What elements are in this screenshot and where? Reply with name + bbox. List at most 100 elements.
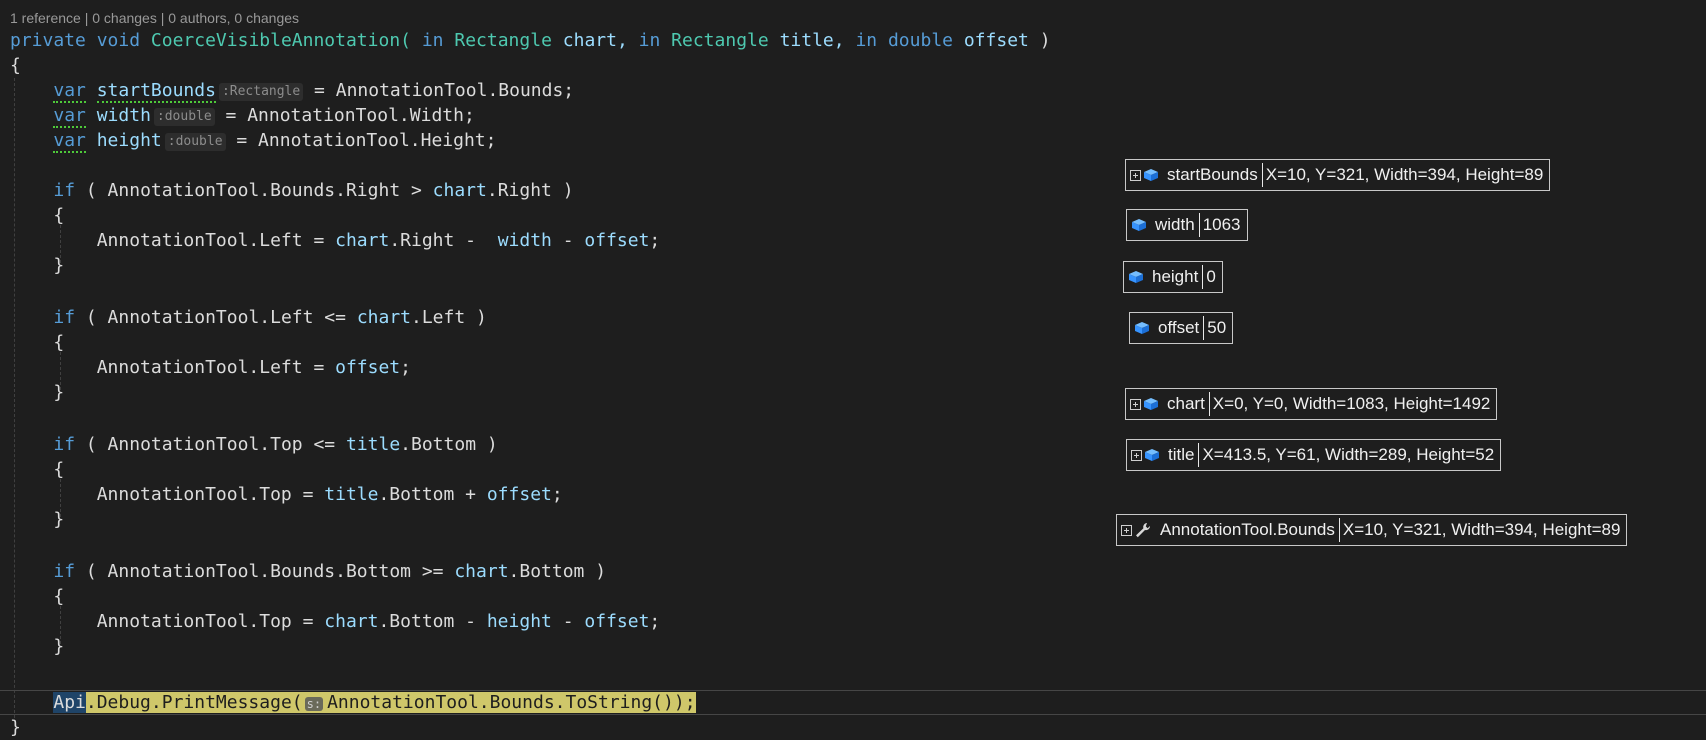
expand-icon[interactable] xyxy=(1121,524,1132,536)
code-line-brace[interactable]: { xyxy=(10,330,64,355)
punctuation: ) xyxy=(1039,30,1051,51)
code-text: .Bottom + xyxy=(378,484,487,505)
expand-icon[interactable] xyxy=(1130,398,1141,410)
code-line-var-height[interactable]: var height:double = AnnotationTool.Heigh… xyxy=(10,128,496,153)
keyword: if xyxy=(53,180,76,201)
keyword: var xyxy=(53,130,86,153)
local-variable: height xyxy=(96,130,162,151)
brace: { xyxy=(53,586,65,607)
code-line-assign-top[interactable]: AnnotationTool.Top = chart.Bottom - heig… xyxy=(10,609,661,634)
code-line-brace[interactable]: { xyxy=(10,457,64,482)
codelens-indicator[interactable]: 1 reference | 0 changes | 0 authors, 0 c… xyxy=(10,10,299,26)
datatip-value[interactable]: 1063 xyxy=(1203,215,1241,235)
symbol-highlight: Api xyxy=(53,692,86,713)
code-line-brace[interactable]: { xyxy=(10,203,64,228)
code-text: = AnnotationTool.Width; xyxy=(214,105,475,126)
brace: } xyxy=(53,382,65,403)
parameter: chart xyxy=(324,611,379,632)
code-text: = AnnotationTool.Height; xyxy=(225,130,497,151)
parameter: offset xyxy=(584,611,650,632)
parameter: chart xyxy=(432,180,487,201)
code-line-var-width[interactable]: var width:double = AnnotationTool.Width; xyxy=(10,103,475,128)
code-line-if-bottom[interactable]: if ( AnnotationTool.Bounds.Bottom >= cha… xyxy=(10,559,606,584)
parameter: offset xyxy=(335,357,401,378)
parameter: offset xyxy=(486,484,552,505)
keyword: if xyxy=(53,561,76,582)
code-line-signature[interactable]: private void CoerceVisibleAnnotation( in… xyxy=(10,28,1051,53)
datatip-value[interactable]: X=413.5, Y=61, Width=289, Height=52 xyxy=(1202,445,1494,465)
code-text: ( AnnotationTool.Top <= xyxy=(75,434,346,455)
datatip-divider xyxy=(1203,316,1205,340)
code-text: AnnotationTool.Left = xyxy=(96,230,336,251)
code-text: .Left ) xyxy=(411,307,487,328)
parameter: chart xyxy=(454,561,509,582)
brace: { xyxy=(53,205,65,226)
local-variable: width xyxy=(497,230,552,251)
code-line-assign-left[interactable]: AnnotationTool.Left = chart.Right - widt… xyxy=(10,228,661,253)
keyword: if xyxy=(53,307,76,328)
datatip-value[interactable]: 0 xyxy=(1206,267,1215,287)
datatip-value[interactable]: X=10, Y=321, Width=394, Height=89 xyxy=(1343,520,1621,540)
code-line-if-top[interactable]: if ( AnnotationTool.Top <= title.Bottom … xyxy=(10,432,498,457)
brace: { xyxy=(53,459,65,480)
code-text: AnnotationTool.Left = xyxy=(96,357,336,378)
expand-icon[interactable] xyxy=(1131,449,1142,461)
local-variable: height xyxy=(486,611,552,632)
datatip-value[interactable]: 50 xyxy=(1207,318,1226,338)
datatip-chart[interactable]: chart X=0, Y=0, Width=1083, Height=1492 xyxy=(1125,388,1498,420)
expand-icon[interactable] xyxy=(1130,169,1141,181)
parameter: title xyxy=(345,434,401,455)
code-line-assign-top[interactable]: AnnotationTool.Top = title.Bottom + offs… xyxy=(10,482,563,507)
code-text: .Bottom ) xyxy=(400,434,498,455)
parameter: chart, xyxy=(562,30,628,51)
code-line-if-left[interactable]: if ( AnnotationTool.Left <= chart.Left ) xyxy=(10,305,487,330)
datatip-startbounds[interactable]: startBounds X=10, Y=321, Width=394, Heig… xyxy=(1125,159,1551,191)
brace: } xyxy=(53,509,65,530)
datatip-height[interactable]: height 0 xyxy=(1123,261,1223,293)
code-line-assign-left[interactable]: AnnotationTool.Left = offset; xyxy=(10,355,411,380)
datatip-name: width xyxy=(1155,215,1195,234)
keyword: var xyxy=(53,105,86,128)
parameter: chart xyxy=(335,230,390,251)
code-text: ; xyxy=(649,611,661,632)
code-line-if-right[interactable]: if ( AnnotationTool.Bounds.Right > chart… xyxy=(10,178,573,203)
datatip-name: height xyxy=(1152,267,1199,286)
keyword: double xyxy=(887,30,953,51)
code-text: ; xyxy=(400,357,411,378)
keyword: void xyxy=(96,30,141,51)
datatip-value[interactable]: X=0, Y=0, Width=1083, Height=1492 xyxy=(1213,394,1491,414)
code-line-brace[interactable]: } xyxy=(10,507,64,532)
code-text: .Bottom ) xyxy=(508,561,607,582)
datatip-annotationtool-bounds[interactable]: AnnotationTool.Bounds X=10, Y=321, Width… xyxy=(1116,514,1628,546)
keyword: if xyxy=(53,434,76,455)
datatip-name: startBounds xyxy=(1167,165,1258,184)
code-text: ; xyxy=(551,484,563,505)
inlay-type-hint: :double xyxy=(153,108,215,126)
code-line-brace[interactable]: { xyxy=(10,53,21,78)
wrench-icon xyxy=(1136,523,1151,538)
current-statement-highlight: .Debug.PrintMessage(s: AnnotationTool.Bou… xyxy=(85,692,696,713)
datatip-divider xyxy=(1198,443,1200,467)
code-line-current-statement[interactable]: Api.Debug.PrintMessage(s: AnnotationTool.… xyxy=(10,690,696,715)
datatip-width[interactable]: width 1063 xyxy=(1126,209,1248,241)
code-line-var-startbounds[interactable]: var startBounds:Rectangle = AnnotationTo… xyxy=(10,78,574,103)
code-text: AnnotationTool.Bounds.ToString()); xyxy=(327,692,696,713)
code-line-brace[interactable]: } xyxy=(10,380,64,405)
code-text: ; xyxy=(649,230,661,251)
datatip-value[interactable]: X=10, Y=321, Width=394, Height=89 xyxy=(1266,165,1544,185)
code-text: .Right - xyxy=(389,230,498,251)
datatip-divider xyxy=(1261,163,1263,187)
field-cube-icon xyxy=(1144,398,1158,410)
datatip-offset[interactable]: offset 50 xyxy=(1129,312,1234,344)
code-line-brace[interactable]: } xyxy=(10,253,64,278)
field-cube-icon xyxy=(1135,322,1149,334)
code-line-brace[interactable]: } xyxy=(10,715,21,740)
parameter: chart xyxy=(356,307,411,328)
datatip-title[interactable]: title X=413.5, Y=61, Width=289, Height=5… xyxy=(1126,439,1502,471)
datatip-divider xyxy=(1338,518,1340,542)
code-line-brace[interactable]: { xyxy=(10,584,64,609)
code-line-brace[interactable]: } xyxy=(10,634,64,659)
datatip-divider xyxy=(1208,392,1210,416)
brace: } xyxy=(53,255,65,276)
code-text: - xyxy=(551,230,585,251)
